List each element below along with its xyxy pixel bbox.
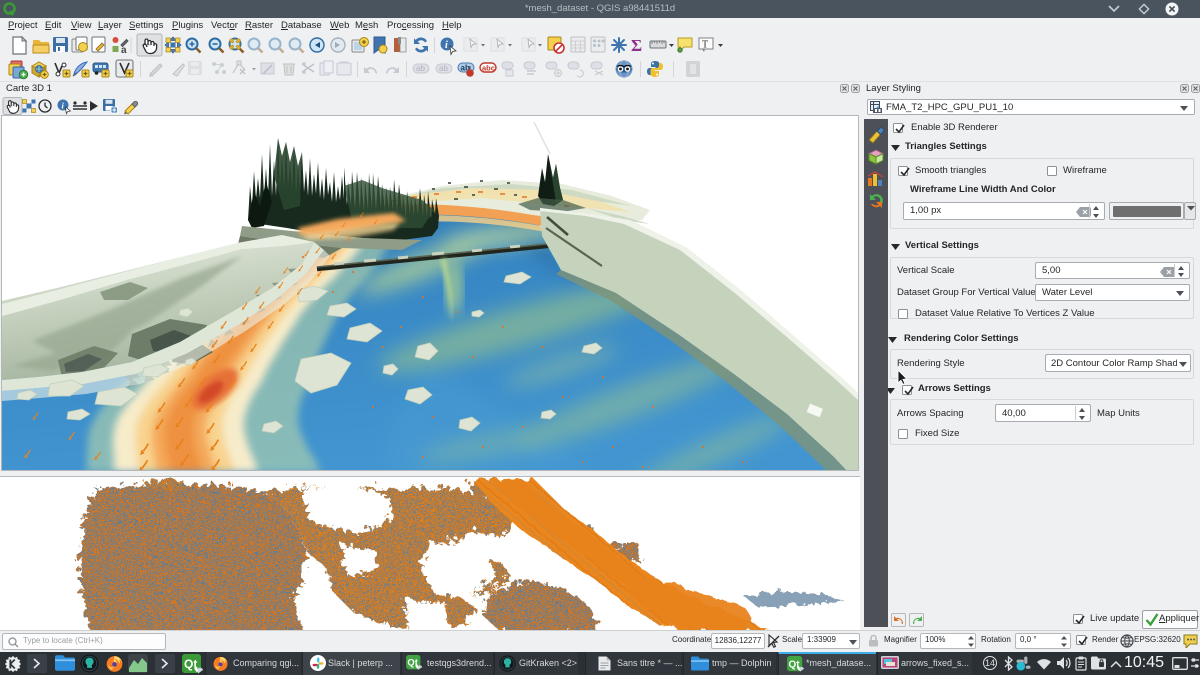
svg-text:ab: ab — [439, 64, 448, 73]
svg-text:T: T — [702, 40, 708, 51]
svg-text:ab: ab — [416, 64, 425, 73]
svg-text:Σ: Σ — [631, 36, 642, 55]
svg-text:i: i — [445, 40, 448, 51]
svg-text:a: a — [121, 45, 127, 56]
svg-text:abc: abc — [482, 64, 495, 73]
